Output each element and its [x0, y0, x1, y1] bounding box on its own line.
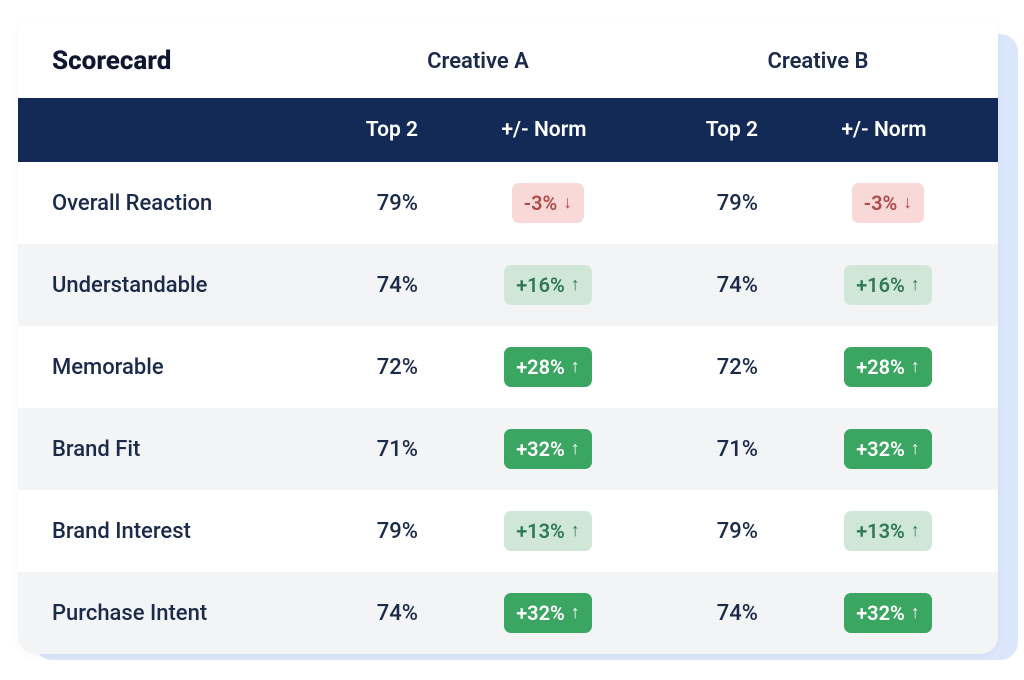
arrow-down-icon: ↓: [563, 194, 572, 212]
norm-value: +32%: [856, 437, 905, 461]
norm-value: -3%: [524, 191, 558, 215]
metric-label: Brand Fit: [18, 437, 308, 462]
arrow-up-icon: ↑: [571, 440, 580, 458]
column-group-creative-a: Creative A: [308, 49, 648, 74]
table-row: Purchase Intent74%+32%↑74%+32%↑: [18, 572, 998, 654]
top2-value-b: 74%: [648, 273, 788, 298]
top2-value-b: 72%: [648, 355, 788, 380]
norm-cell-b: +16% ↑: [788, 265, 988, 305]
metric-label: Purchase Intent: [18, 601, 308, 626]
metric-label: Brand Interest: [18, 519, 308, 544]
table-row: Memorable72%+28%↑72%+28%↑: [18, 326, 998, 408]
arrow-up-icon: ↑: [571, 358, 580, 376]
norm-value: +13%: [856, 519, 905, 543]
table-row: Understandable74%+16%↑74%+16%↑: [18, 244, 998, 326]
norm-cell-b: +28% ↑: [788, 347, 988, 387]
norm-value: +16%: [856, 273, 905, 297]
norm-badge: -3% ↓: [512, 183, 585, 223]
norm-badge: +32% ↑: [844, 593, 932, 633]
arrow-up-icon: ↑: [911, 358, 920, 376]
top2-value-b: 74%: [648, 601, 788, 626]
page-title: Scorecard: [18, 46, 308, 76]
top2-value-a: 74%: [308, 273, 448, 298]
top2-value-a: 79%: [308, 519, 448, 544]
arrow-up-icon: ↑: [571, 604, 580, 622]
arrow-up-icon: ↑: [911, 604, 920, 622]
arrow-down-icon: ↓: [903, 194, 912, 212]
top2-value-b: 71%: [648, 437, 788, 462]
metric-label: Overall Reaction: [18, 191, 308, 216]
norm-value: +32%: [516, 437, 565, 461]
metric-label: Understandable: [18, 273, 308, 298]
norm-value: +28%: [516, 355, 565, 379]
norm-value: +13%: [516, 519, 565, 543]
norm-value: +32%: [516, 601, 565, 625]
norm-cell-a: +16% ↑: [448, 265, 648, 305]
scorecard-card: Scorecard Creative A Creative B Top 2 +/…: [18, 18, 998, 654]
norm-cell-a: +28% ↑: [448, 347, 648, 387]
norm-cell-b: +32% ↑: [788, 593, 988, 633]
arrow-up-icon: ↑: [911, 440, 920, 458]
norm-badge: +32% ↑: [844, 429, 932, 469]
norm-cell-b: -3% ↓: [788, 183, 988, 223]
norm-value: +28%: [856, 355, 905, 379]
norm-cell-b: +32% ↑: [788, 429, 988, 469]
col-b-norm: +/- Norm: [788, 118, 988, 142]
norm-cell-a: -3% ↓: [448, 183, 648, 223]
norm-cell-a: +32% ↑: [448, 429, 648, 469]
top2-value-b: 79%: [648, 519, 788, 544]
norm-value: -3%: [864, 191, 898, 215]
arrow-up-icon: ↑: [571, 522, 580, 540]
top2-value-a: 74%: [308, 601, 448, 626]
norm-badge: +32% ↑: [504, 593, 592, 633]
arrow-up-icon: ↑: [571, 276, 580, 294]
norm-badge: +28% ↑: [504, 347, 592, 387]
norm-value: +32%: [856, 601, 905, 625]
metric-label: Memorable: [18, 355, 308, 380]
table-row: Brand Fit71%+32%↑71%+32%↑: [18, 408, 998, 490]
norm-value: +16%: [516, 273, 565, 297]
norm-cell-b: +13% ↑: [788, 511, 988, 551]
norm-badge: -3% ↓: [852, 183, 925, 223]
norm-badge: +16% ↑: [504, 265, 592, 305]
sub-header-row: Top 2 +/- Norm Top 2 +/- Norm: [18, 98, 998, 162]
col-b-top2: Top 2: [648, 118, 788, 142]
norm-badge: +16% ↑: [844, 265, 932, 305]
top2-value-b: 79%: [648, 191, 788, 216]
norm-badge: +13% ↑: [844, 511, 932, 551]
column-group-creative-b: Creative B: [648, 49, 988, 74]
header-row: Scorecard Creative A Creative B: [18, 18, 998, 98]
top2-value-a: 72%: [308, 355, 448, 380]
table-body: Overall Reaction79%-3%↓79%-3%↓Understand…: [18, 162, 998, 654]
arrow-up-icon: ↑: [911, 276, 920, 294]
norm-cell-a: +13% ↑: [448, 511, 648, 551]
col-a-top2: Top 2: [308, 118, 448, 142]
arrow-up-icon: ↑: [911, 522, 920, 540]
norm-cell-a: +32% ↑: [448, 593, 648, 633]
table-row: Brand Interest79%+13%↑79%+13%↑: [18, 490, 998, 572]
norm-badge: +13% ↑: [504, 511, 592, 551]
norm-badge: +28% ↑: [844, 347, 932, 387]
col-a-norm: +/- Norm: [448, 118, 648, 142]
top2-value-a: 71%: [308, 437, 448, 462]
table-row: Overall Reaction79%-3%↓79%-3%↓: [18, 162, 998, 244]
norm-badge: +32% ↑: [504, 429, 592, 469]
top2-value-a: 79%: [308, 191, 448, 216]
